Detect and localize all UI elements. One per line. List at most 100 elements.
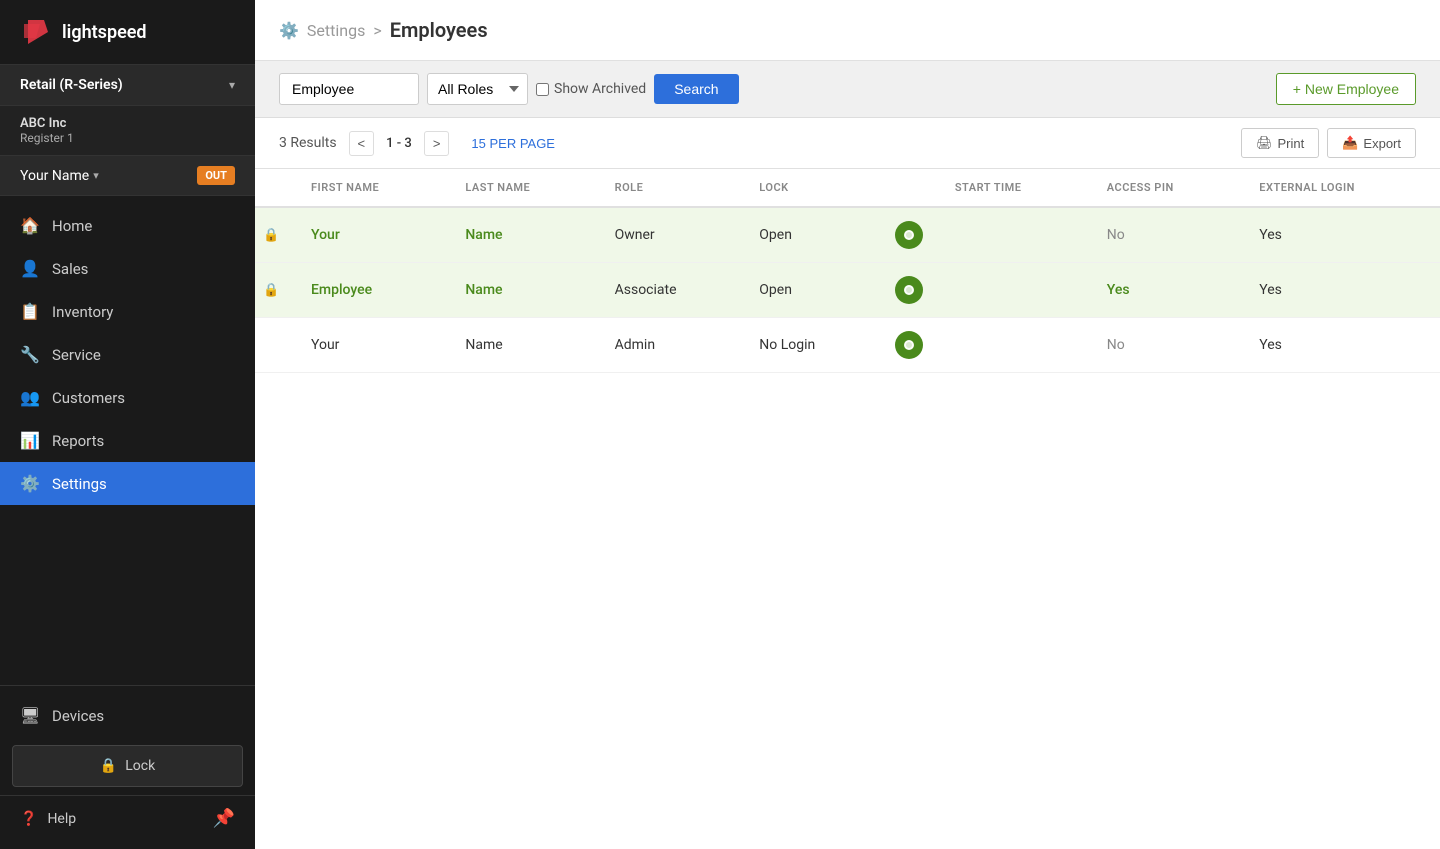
row2-externallogin: Yes: [1243, 263, 1440, 318]
row1-toggle[interactable]: [879, 207, 939, 263]
sidebar: lightspeed Retail (R-Series) ▾ ABC Inc R…: [0, 0, 255, 849]
sidebar-item-settings[interactable]: ⚙️ Settings: [0, 462, 255, 505]
col-firstname-header: FIRST NAME: [295, 169, 449, 207]
row1-firstname-link[interactable]: Your: [311, 227, 340, 243]
row2-accesspin-value: Yes: [1107, 282, 1130, 298]
breadcrumb-current: Employees: [390, 18, 488, 42]
row1-accesspin-value: No: [1107, 227, 1125, 243]
row1-externallogin: Yes: [1243, 207, 1440, 263]
row3-lock-cell: [255, 318, 295, 373]
sidebar-item-settings-label: Settings: [52, 475, 107, 493]
inventory-icon: 📋: [20, 302, 40, 321]
row3-accesspin: No: [1091, 318, 1244, 373]
employee-filter-input[interactable]: [279, 73, 419, 105]
out-badge[interactable]: OUT: [197, 166, 235, 185]
role-filter-select[interactable]: All Roles Owner Associate Admin: [427, 73, 528, 105]
help-item[interactable]: ❓ Help 📌: [0, 795, 255, 841]
main-content: ⚙️ Settings > Employees All Roles Owner …: [255, 0, 1440, 849]
show-archived-checkbox[interactable]: [536, 83, 549, 96]
toggle-inner-icon: [904, 230, 914, 240]
pagination: < 1 - 3 >: [349, 131, 450, 156]
row3-firstname[interactable]: Your: [295, 318, 449, 373]
sidebar-item-home[interactable]: 🏠 Home: [0, 204, 255, 247]
row3-lastname[interactable]: Name: [449, 318, 598, 373]
row1-lastname[interactable]: Name: [449, 207, 598, 263]
col-starttime-header: START TIME: [939, 169, 1091, 207]
show-archived-label[interactable]: Show Archived: [536, 81, 646, 97]
row3-toggle[interactable]: [879, 318, 939, 373]
row1-toggle-button[interactable]: [895, 221, 923, 249]
sidebar-item-sales-label: Sales: [52, 260, 88, 278]
store-name: Retail (R-Series): [20, 77, 123, 93]
print-icon: 🖨: [1256, 135, 1273, 151]
row3-firstname-text: Your: [311, 337, 339, 353]
row2-firstname-link[interactable]: Employee: [311, 282, 372, 298]
row2-toggle[interactable]: [879, 263, 939, 318]
export-button[interactable]: 📤 Export: [1327, 128, 1416, 158]
table-row[interactable]: 🔒 Your Name Owner Open: [255, 207, 1440, 263]
row2-lock: Open: [743, 263, 879, 318]
customers-icon: 👥: [20, 388, 40, 407]
row3-lastname-text: Name: [465, 337, 502, 353]
sidebar-item-sales[interactable]: 👤 Sales: [0, 247, 255, 290]
page-next-button[interactable]: >: [424, 131, 450, 156]
user-name-button[interactable]: Your Name ▾: [20, 168, 99, 184]
per-page-button[interactable]: 15 PER PAGE: [461, 132, 565, 155]
row2-accesspin: Yes: [1091, 263, 1244, 318]
sidebar-item-devices[interactable]: 🖥 Devices: [0, 694, 255, 737]
new-employee-button[interactable]: + New Employee: [1276, 73, 1416, 105]
row2-lastname[interactable]: Name: [449, 263, 598, 318]
row2-lastname-link[interactable]: Name: [465, 282, 502, 298]
sidebar-item-service[interactable]: 🔧 Service: [0, 333, 255, 376]
sidebar-item-inventory-label: Inventory: [52, 303, 113, 321]
row3-toggle-button[interactable]: [895, 331, 923, 359]
page-prev-button[interactable]: <: [349, 131, 375, 156]
settings-icon: ⚙️: [20, 474, 40, 493]
help-label: Help: [47, 811, 76, 827]
sidebar-user: Your Name ▾ OUT: [0, 156, 255, 196]
row3-role: Admin: [599, 318, 744, 373]
row1-role: Owner: [599, 207, 744, 263]
sidebar-store-selector[interactable]: Retail (R-Series) ▾: [0, 65, 255, 106]
service-icon: 🔧: [20, 345, 40, 364]
breadcrumb-separator: >: [373, 21, 381, 40]
register-name: Register 1: [20, 131, 235, 145]
sidebar-item-inventory[interactable]: 📋 Inventory: [0, 290, 255, 333]
employee-table: FIRST NAME LAST NAME ROLE LOCK START TIM…: [255, 169, 1440, 849]
pin-icon: 📌: [213, 808, 235, 829]
sales-icon: 👤: [20, 259, 40, 278]
sidebar-item-home-label: Home: [52, 217, 92, 235]
settings-gear-icon: ⚙️: [279, 21, 299, 40]
row2-firstname[interactable]: Employee: [295, 263, 449, 318]
row3-starttime: [939, 318, 1091, 373]
sidebar-item-reports[interactable]: 📊 Reports: [0, 419, 255, 462]
col-lastname-header: LAST NAME: [449, 169, 598, 207]
row1-lastname-link[interactable]: Name: [465, 227, 502, 243]
print-button[interactable]: 🖨 Print: [1241, 128, 1319, 158]
row3-lock: No Login: [743, 318, 879, 373]
company-name: ABC Inc: [20, 116, 235, 131]
col-role-header: ROLE: [599, 169, 744, 207]
search-button[interactable]: Search: [654, 74, 738, 104]
row2-toggle-button[interactable]: [895, 276, 923, 304]
logo-text: lightspeed: [62, 22, 147, 43]
lightspeed-logo-icon: [20, 16, 52, 48]
breadcrumb-settings[interactable]: Settings: [307, 21, 365, 40]
row2-lock-cell: 🔒: [255, 263, 295, 318]
row1-firstname[interactable]: Your: [295, 207, 449, 263]
row1-starttime: [939, 207, 1091, 263]
row3-accesspin-value: No: [1107, 337, 1125, 353]
page-range: 1 - 3: [378, 132, 420, 155]
row1-lock: Open: [743, 207, 879, 263]
table-row[interactable]: Your Name Admin No Login No: [255, 318, 1440, 373]
sidebar-item-customers[interactable]: 👥 Customers: [0, 376, 255, 419]
table-actions: 🖨 Print 📤 Export: [1241, 128, 1416, 158]
devices-icon: 🖥: [20, 706, 40, 725]
reports-icon: 📊: [20, 431, 40, 450]
table-controls-bar: 3 Results < 1 - 3 > 15 PER PAGE 🖨 Print …: [255, 118, 1440, 169]
lock-button[interactable]: 🔒 Lock: [12, 745, 243, 787]
toolbar: All Roles Owner Associate Admin Show Arc…: [255, 61, 1440, 118]
sidebar-bottom: 🖥 Devices 🔒 Lock ❓ Help 📌: [0, 685, 255, 849]
table-row[interactable]: 🔒 Employee Name Associate Open: [255, 263, 1440, 318]
col-lock-header: [255, 169, 295, 207]
